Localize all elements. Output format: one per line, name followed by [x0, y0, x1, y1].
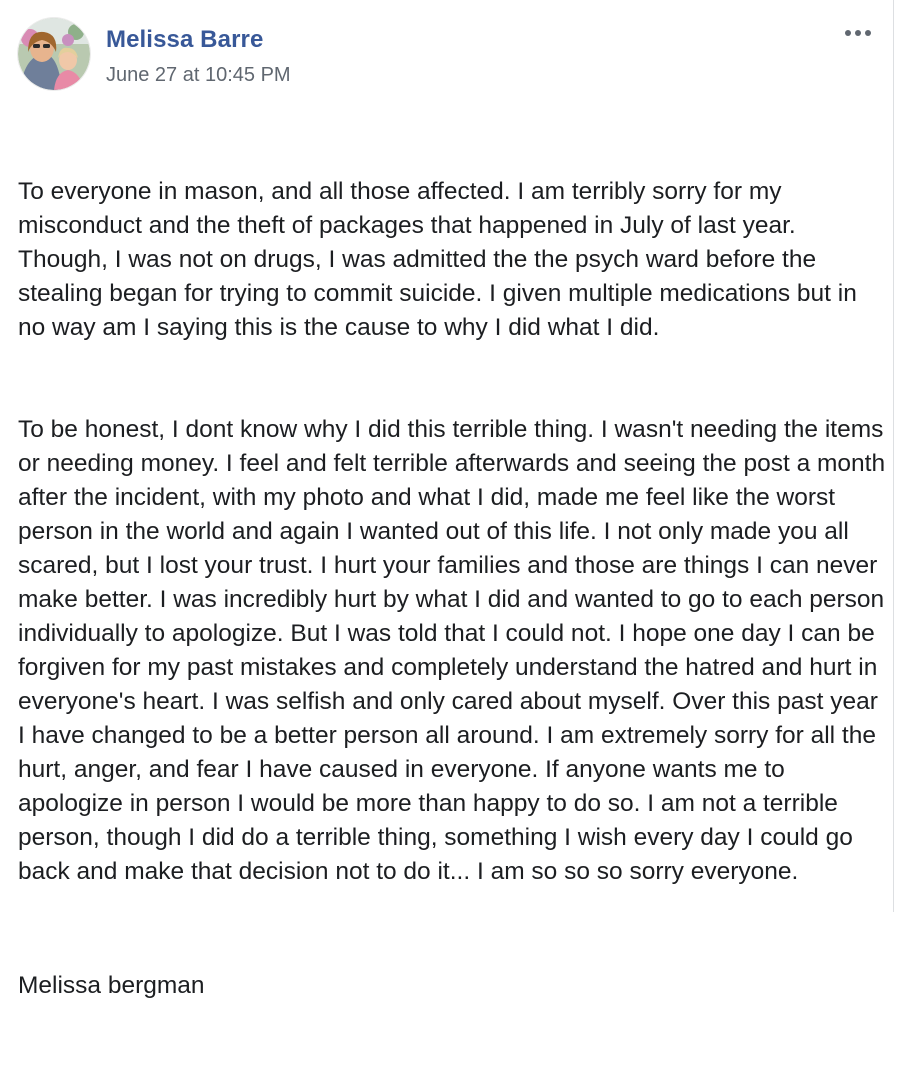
ellipsis-icon[interactable]: [840, 22, 876, 44]
post-timestamp-link[interactable]: June 27 at 10:45 PM: [106, 64, 291, 87]
post-body: To everyone in mason, and all those affe…: [18, 107, 888, 1071]
author-name-link[interactable]: Melissa Barre: [106, 26, 263, 54]
ellipsis-dot: [855, 30, 861, 36]
ellipsis-dot: [845, 30, 851, 36]
author-avatar[interactable]: [18, 18, 90, 90]
post-header: Melissa Barre June 27 at 10:45 PM: [18, 18, 888, 94]
avatar-photo: [18, 18, 90, 90]
post-paragraph: To everyone in mason, and all those affe…: [18, 178, 864, 341]
post-card: Melissa Barre June 27 at 10:45 PM To eve…: [0, 0, 894, 999]
post-signoff: Melissa bergman: [18, 972, 205, 999]
post-paragraph: To be honest, I dont know why I did this…: [18, 416, 892, 885]
ellipsis-dot: [865, 30, 871, 36]
